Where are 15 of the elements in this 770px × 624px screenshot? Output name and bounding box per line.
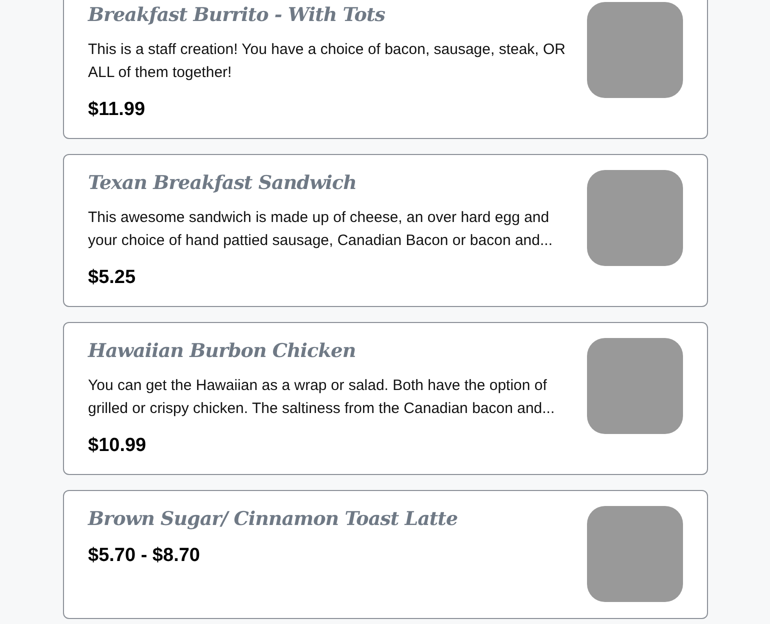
item-name: Breakfast Burrito - With Tots — [88, 3, 385, 28]
item-name: Texan Breakfast Sandwich — [88, 171, 356, 196]
item-price: $5.25 — [88, 266, 136, 290]
menu-item-card[interactable]: Hawaiian Burbon Chicken You can get the Hawaiian as a wrap or salad. Both have the option of grilled or crispy chicken. The saltiness from the Canadian bacon and... $10.99 — [63, 322, 708, 475]
menu-item-card[interactable]: Breakfast Burrito - With Tots This is a staff creation! You have a choice of bacon, sausage, steak, OR ALL of them together! $11.99 — [63, 0, 708, 139]
item-description: This awesome sandwich is made up of cheese, an over hard egg and your choice of hand pattied sausage, Canadian Bacon or bacon and... — [88, 208, 554, 251]
menu-item-card[interactable]: Brown Sugar/ Cinnamon Toast Latte $5.70 - $8.70 — [63, 490, 708, 619]
menu-item-card[interactable]: Texan Breakfast Sandwich This awesome sandwich is made up of cheese, an over hard egg and your choice of hand pattied sausage, Canadian Bacon or bacon and... $5.25 — [63, 154, 708, 307]
item-name: Brown Sugar/ Cinnamon Toast Latte — [88, 507, 458, 532]
item-price: $10.99 — [88, 434, 146, 458]
item-description: You can get the Hawaiian as a wrap or salad. Both have the option of grilled or crispy chicken. The saltiness from the Canadian bacon and... — [88, 376, 556, 419]
item-name: Hawaiian Burbon Chicken — [88, 339, 356, 364]
item-description: This is a staff creation! You have a choice of bacon, sausage, steak, OR ALL of them together! — [88, 40, 567, 83]
item-price: $11.99 — [88, 98, 146, 122]
item-price: $5.70 - $8.70 — [88, 544, 200, 568]
